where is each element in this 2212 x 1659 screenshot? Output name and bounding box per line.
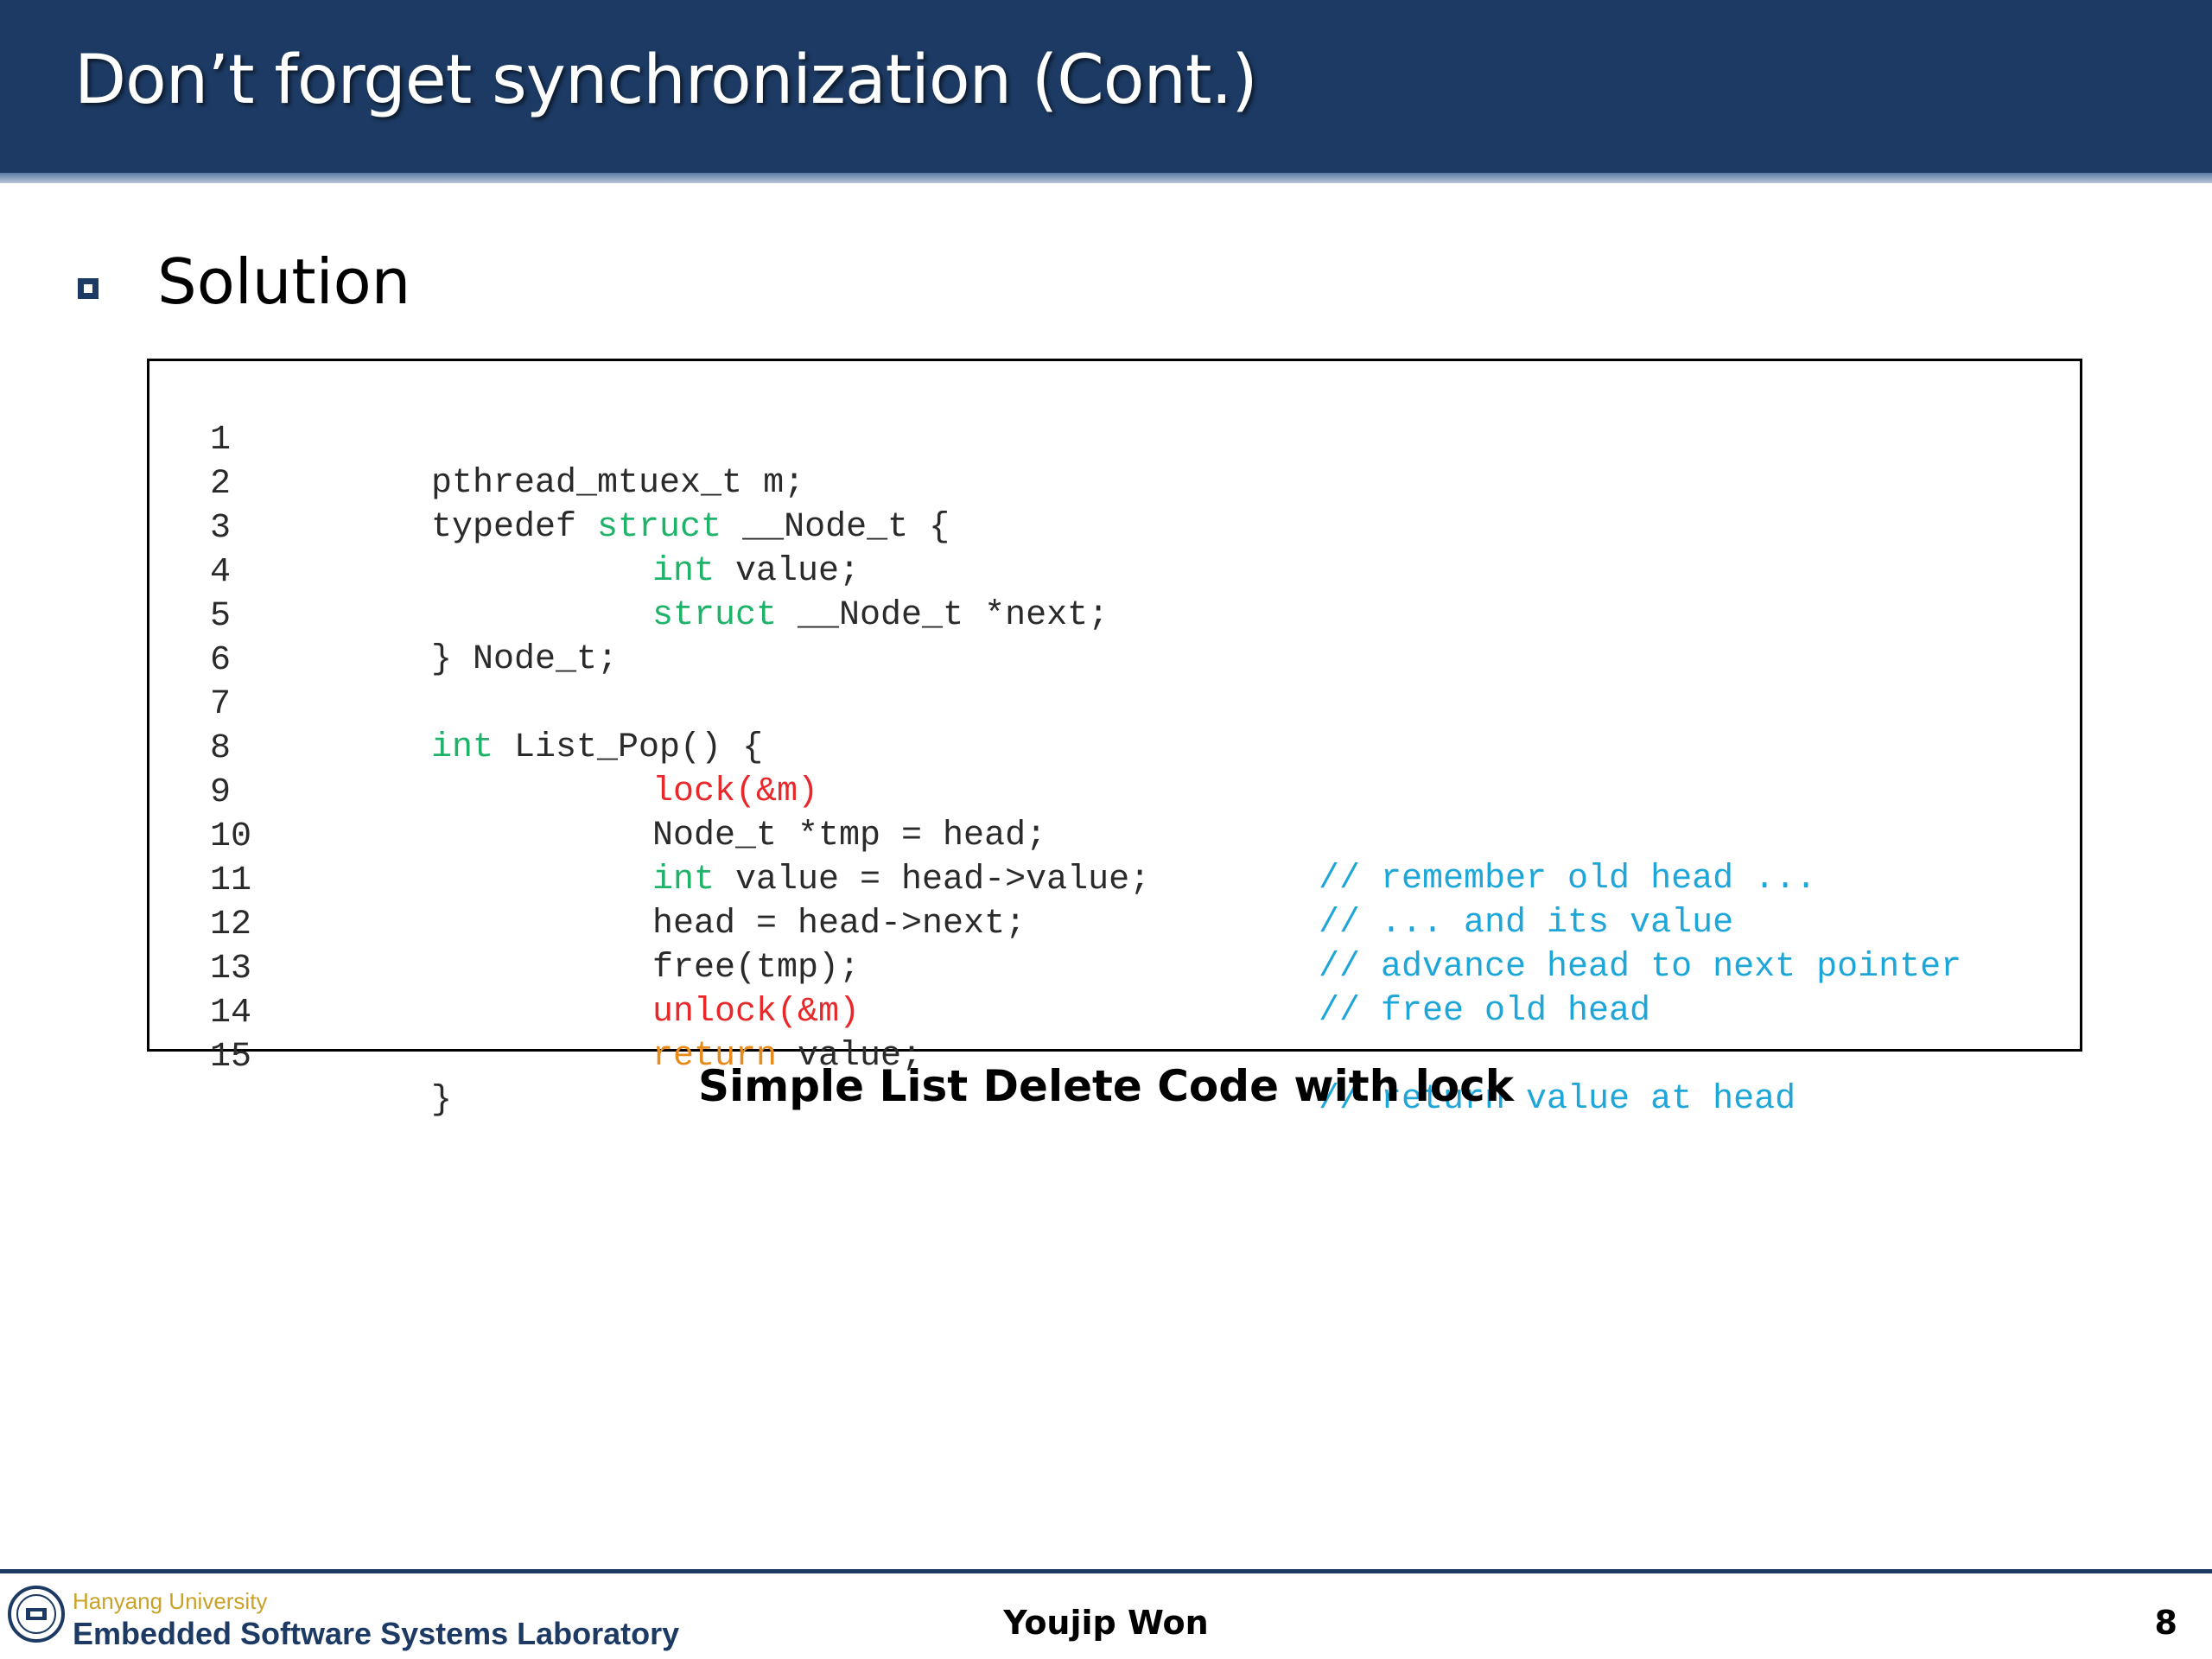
code-line: 10 int value = head->value; // ... and i… xyxy=(149,772,2080,943)
code-line: 12 free(tmp); // free old head xyxy=(149,861,2080,1031)
code-caption: Simple List Delete Code with lock xyxy=(697,1061,1515,1111)
title-underline xyxy=(0,173,2212,183)
footer-divider xyxy=(0,1569,2212,1573)
page-number: 8 xyxy=(2154,1604,2177,1642)
code-line: 15 } xyxy=(149,993,2080,1120)
bullet-text: Solution xyxy=(157,245,411,318)
code-line: 9 Node_t *tmp = head; // remember old he… xyxy=(149,728,2080,899)
footer-author: Youjip Won xyxy=(1003,1604,1209,1642)
code-line: 1 pthread_mtuex_t m; xyxy=(149,376,2080,503)
code-line: 6 xyxy=(149,596,2080,680)
code-line: 4 struct __Node_t *next; xyxy=(149,508,2080,635)
code-line: 8 lock(&m) xyxy=(149,684,2080,811)
slide-title: Don’t forget synchronization (Cont.) xyxy=(74,41,1258,119)
code-line: 7 int List_Pop() { xyxy=(149,640,2080,767)
code-box: 1 pthread_mtuex_t m; 2 typedef struct __… xyxy=(147,359,2082,1120)
code-line: 11 head = head->next; // advance head to… xyxy=(149,817,2080,987)
code-line: 14 return value; // return value at head xyxy=(149,949,2080,1119)
code-line: 3 int value; xyxy=(149,464,2080,591)
code-line: 2 typedef struct __Node_t { xyxy=(149,420,2080,547)
code-line: 13 unlock(&m) xyxy=(149,905,2080,1032)
bullet-square-icon xyxy=(78,278,99,299)
code-line: 5 } Node_t; xyxy=(149,552,2080,679)
